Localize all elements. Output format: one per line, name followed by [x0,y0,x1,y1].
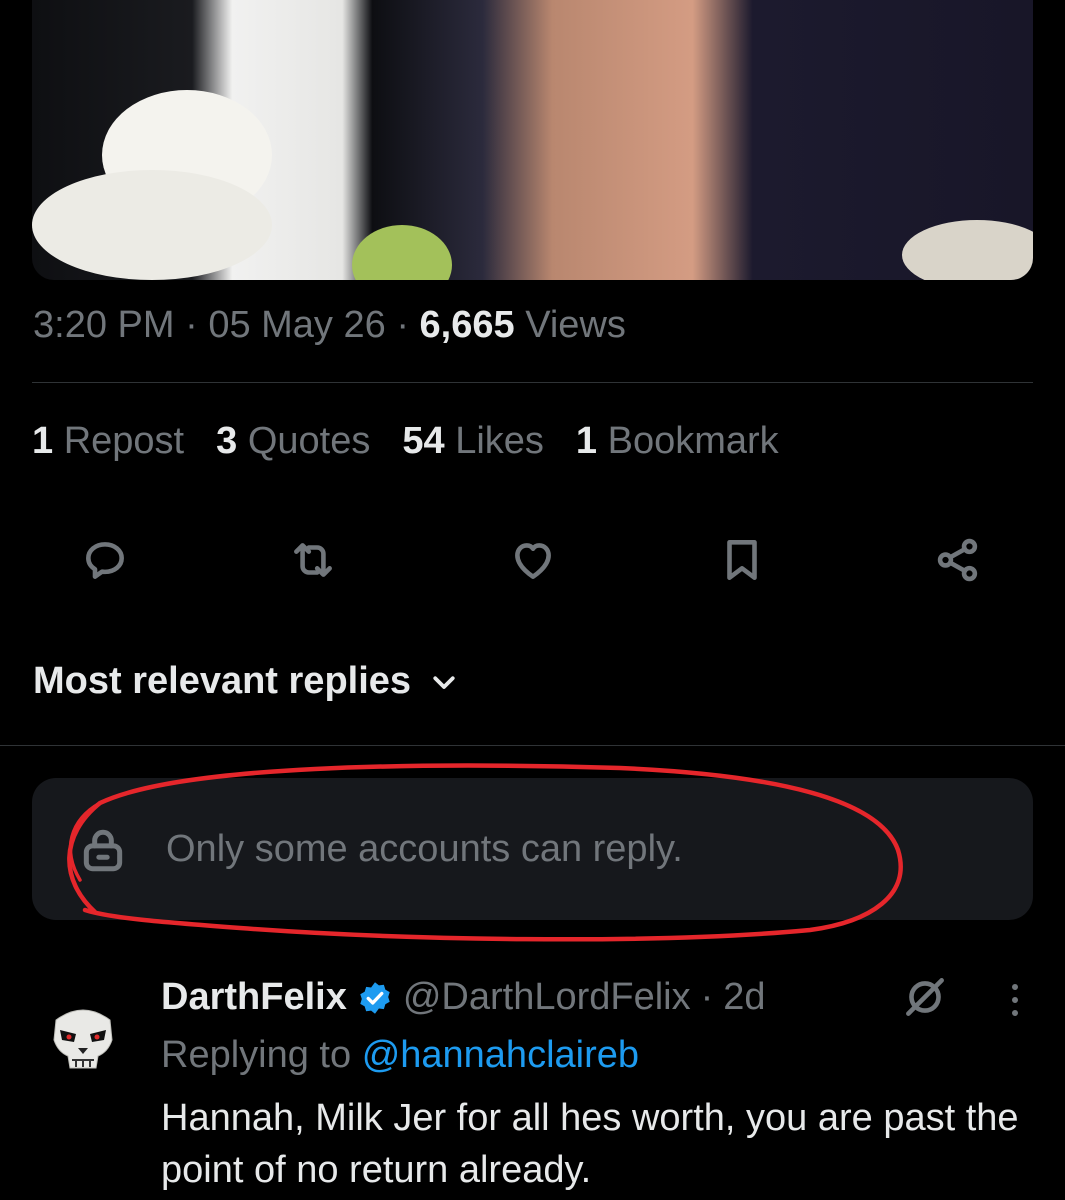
reply-icon [86,542,124,579]
sort-label: Most relevant replies [33,660,412,702]
reply-time[interactable]: 2d [723,976,765,1019]
divider [0,745,1065,746]
likes-stat[interactable]: 54 Likes [402,420,544,463]
replying-prefix: Replying to [161,1034,352,1076]
bookmark-button[interactable] [712,530,772,590]
separator: · [700,976,714,1018]
divider [32,382,1033,383]
share-button[interactable] [928,530,988,590]
separator: · [396,304,409,346]
reply-sort-selector[interactable]: Most relevant replies [33,660,459,703]
repost-icon [294,543,332,577]
like-icon [515,543,551,579]
tweet-media-image[interactable] [32,0,1033,280]
share-icon [937,538,978,582]
reply-button[interactable] [75,530,135,590]
tweet-date: 05 May 26 [208,304,386,346]
action-bar [0,530,1065,590]
engagement-stats: 1 Repost 3 Quotes 54 Likes 1 Bookmark [32,420,779,463]
reply-text: Hannah, Milk Jer for all hes worth, you … [161,1097,1019,1191]
bookmarks-stat[interactable]: 1 Bookmark [576,420,779,463]
views-count: 6,665 [419,304,515,346]
mention-link[interactable]: @hannahclaireb [362,1034,639,1076]
handle[interactable]: @DarthLordFelix [403,976,691,1019]
tweet-metadata: 3:20 PM · 05 May 26 · 6,665 Views [33,304,626,347]
lock-icon [78,825,128,875]
verified-badge-icon [360,981,390,1014]
avatar[interactable] [38,990,128,1080]
grok-icon[interactable] [900,972,950,1022]
more-options-icon[interactable] [995,975,1035,1025]
reply-header: DarthFelix @DarthLordFelix · 2d [161,976,766,1019]
reply-restriction-text: Only some accounts can reply. [166,828,683,870]
reposts-stat[interactable]: 1 Repost [32,420,184,463]
like-button[interactable] [503,530,563,590]
reply-restriction-notice: Only some accounts can reply. [32,778,1033,920]
bookmark-icon [727,540,757,580]
repost-button[interactable] [283,530,343,590]
views-label: Views [525,304,626,346]
separator: · [185,304,198,346]
quotes-stat[interactable]: 3 Quotes [216,420,370,463]
display-name[interactable]: DarthFelix [161,976,347,1019]
chevron-down-icon [433,675,455,689]
tweet-time: 3:20 PM [33,304,175,346]
replying-to-line: Replying to @hannahclaireb [161,1034,639,1077]
